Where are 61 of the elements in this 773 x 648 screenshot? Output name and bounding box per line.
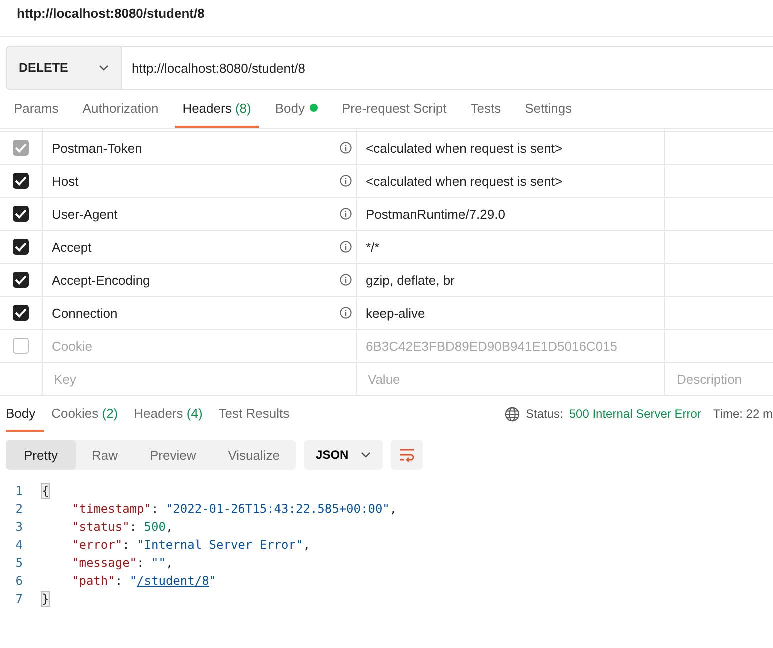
request-tab[interactable]: Pre-request Script bbox=[334, 90, 455, 128]
line-number: 3 bbox=[14, 520, 24, 534]
value-field[interactable]: Value bbox=[366, 370, 664, 388]
header-key: User-Agent bbox=[52, 206, 118, 222]
header-value: <calculated when request is sent> bbox=[366, 174, 563, 188]
code-line: "timestamp": "2022-01-26T15:43:22.585+00:00", bbox=[71, 502, 398, 516]
status-label: Status: bbox=[526, 407, 564, 421]
header-value: 6B3C42E3FBD89ED90B941E1D5016C015 bbox=[366, 338, 618, 354]
header-value: */* bbox=[366, 240, 380, 254]
line-number: 5 bbox=[14, 556, 24, 570]
code-line: "path": "/student/8" bbox=[71, 574, 217, 588]
checkbox[interactable] bbox=[13, 305, 29, 321]
line-number: 6 bbox=[14, 574, 24, 588]
header-key: Accept bbox=[52, 240, 92, 254]
view-mode-tab[interactable]: Visualize bbox=[212, 440, 296, 470]
response-time: Time: 22 m bbox=[713, 407, 773, 421]
response-tab[interactable]: Cookies (2) bbox=[52, 396, 126, 432]
line-number: 1 bbox=[14, 484, 24, 498]
header-key: Host bbox=[52, 174, 79, 188]
checkbox[interactable] bbox=[13, 173, 29, 189]
code-line: "error": "Internal Server Error", bbox=[71, 538, 310, 552]
code-line: "message": "", bbox=[71, 556, 174, 570]
request-tab[interactable]: Params bbox=[6, 90, 67, 128]
view-mode-tab[interactable]: Preview bbox=[134, 440, 212, 470]
response-tab[interactable]: Headers (4) bbox=[134, 396, 211, 432]
description-field[interactable]: Description bbox=[675, 370, 773, 388]
checkbox[interactable] bbox=[13, 338, 29, 354]
wrap-icon bbox=[398, 448, 415, 462]
format-dropdown[interactable]: JSON bbox=[304, 440, 383, 470]
header-key: Accept-Encoding bbox=[52, 272, 150, 288]
header-value: keep-alive bbox=[366, 306, 426, 320]
header-value: PostmanRuntime/7.29.0 bbox=[366, 206, 506, 222]
chevron-down-icon bbox=[360, 452, 371, 458]
line-number: 4 bbox=[14, 538, 24, 552]
wrap-lines-button[interactable] bbox=[390, 440, 423, 470]
request-tab[interactable]: Body bbox=[267, 90, 326, 128]
url-field[interactable]: http://localhost:8080/student/8 bbox=[122, 46, 773, 90]
header-value: <calculated when request is sent> bbox=[366, 140, 563, 156]
header-key: Connection bbox=[52, 306, 118, 320]
response-tab[interactable]: Body bbox=[6, 396, 44, 432]
page-url: http://localhost:8080/student/8 bbox=[0, 0, 773, 37]
header-key: Postman-Token bbox=[52, 140, 142, 156]
key-field[interactable]: Key bbox=[52, 370, 352, 388]
request-tab[interactable]: Tests bbox=[462, 90, 510, 128]
view-mode-tab[interactable]: Pretty bbox=[6, 440, 76, 470]
request-tab[interactable]: Authorization bbox=[74, 90, 167, 128]
checkbox[interactable] bbox=[13, 239, 29, 255]
response-tab[interactable]: Test Results bbox=[218, 396, 298, 432]
line-number: 2 bbox=[14, 502, 24, 516]
view-mode-tab[interactable]: Raw bbox=[76, 440, 134, 470]
line-number: 7 bbox=[14, 592, 24, 606]
header-key: Cookie bbox=[52, 338, 92, 354]
request-tab[interactable]: Settings bbox=[517, 90, 580, 128]
method-dropdown[interactable]: DELETE bbox=[6, 46, 122, 90]
globe-icon bbox=[505, 406, 520, 422]
status-value: 500 Internal Server Error bbox=[569, 407, 702, 421]
checkbox[interactable] bbox=[13, 206, 29, 222]
checkbox[interactable] bbox=[13, 272, 29, 288]
code-line: "status": 500, bbox=[71, 520, 174, 534]
header-value: gzip, deflate, br bbox=[366, 272, 455, 288]
chevron-down-icon bbox=[99, 65, 109, 71]
